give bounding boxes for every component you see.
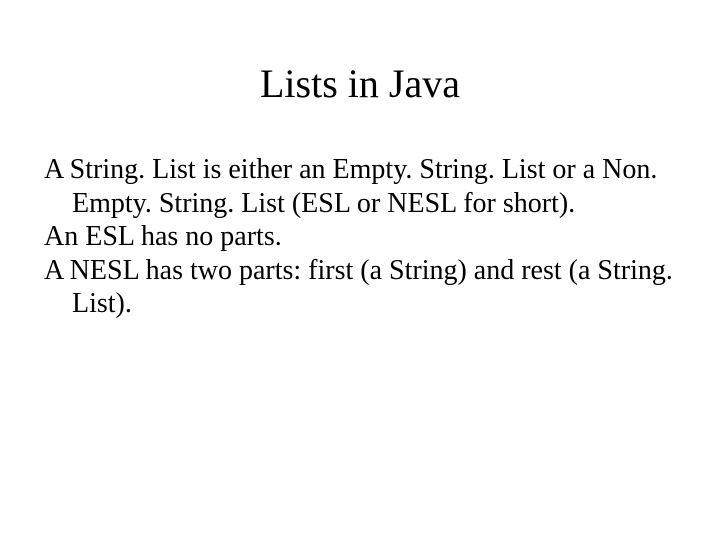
body-paragraph: A String. List is either an Empty. Strin… xyxy=(44,153,680,220)
body-paragraph: An ESL has no parts. xyxy=(44,220,680,254)
slide-title: Lists in Java xyxy=(40,60,680,107)
body-paragraph: A NESL has two parts: first (a String) a… xyxy=(44,254,680,321)
slide-body: A String. List is either an Empty. Strin… xyxy=(40,153,680,321)
slide: Lists in Java A String. List is either a… xyxy=(0,0,720,540)
